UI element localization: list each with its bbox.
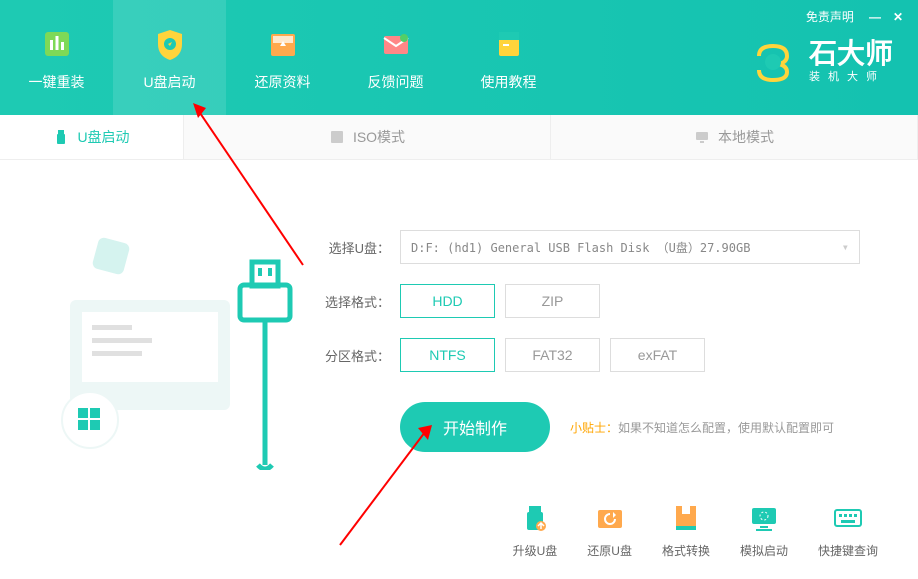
select-usb-label: 选择U盘：: [320, 238, 390, 257]
nav-label: 一键重装: [29, 72, 85, 92]
partition-label: 分区格式：: [320, 346, 390, 365]
logo-subtitle: 装机大师: [809, 68, 893, 84]
option-fat32[interactable]: FAT32: [505, 338, 600, 372]
nav-restore[interactable]: 还原资料: [226, 0, 339, 115]
header-right: 免责声明 — ✕: [806, 8, 903, 25]
chevron-down-icon: ▾: [842, 240, 849, 254]
shield-icon: [150, 24, 190, 64]
logo-title: 石大师: [809, 40, 893, 68]
tool-simulate[interactable]: 模拟启动: [740, 500, 788, 559]
tool-shortcut[interactable]: 快捷键查询: [818, 500, 878, 559]
chart-icon: [37, 24, 77, 64]
tab-label: ISO模式: [353, 127, 405, 147]
option-ntfs[interactable]: NTFS: [400, 338, 495, 372]
header: 一键重装 U盘启动 还原资料 反馈问题 使用教程 免责声明 — ✕: [0, 0, 918, 115]
tool-convert[interactable]: 格式转换: [662, 500, 710, 559]
nav-tutorial[interactable]: 使用教程: [452, 0, 565, 115]
tip-prefix: 小贴士：: [570, 421, 618, 435]
tool-restore-usb[interactable]: 还原U盘: [587, 500, 632, 559]
tool-label: 快捷键查询: [818, 542, 878, 559]
logo-text: 石大师 装机大师: [809, 40, 893, 84]
tabs: U盘启动 ISO模式 本地模式: [0, 115, 918, 160]
tip-text: 小贴士：如果不知道怎么配置，使用默认配置即可: [570, 419, 834, 436]
logo-icon: [749, 38, 797, 86]
logo: 石大师 装机大师: [749, 38, 893, 86]
format-options: HDD ZIP: [400, 284, 600, 318]
nav-feedback[interactable]: 反馈问题: [339, 0, 452, 115]
tool-upgrade-usb[interactable]: 升级U盘: [513, 500, 558, 559]
usb-icon: [53, 129, 69, 145]
nav-label: 使用教程: [481, 72, 537, 92]
book-icon: [489, 24, 529, 64]
nav-label: 还原资料: [255, 72, 311, 92]
option-hdd[interactable]: HDD: [400, 284, 495, 318]
usb-restore-icon: [592, 500, 628, 536]
nav-label: U盘启动: [143, 72, 195, 92]
usb-upgrade-icon: [517, 500, 553, 536]
tip-body: 如果不知道怎么配置，使用默认配置即可: [618, 421, 834, 435]
tool-label: 模拟启动: [740, 542, 788, 559]
partition-options: NTFS FAT32 exFAT: [400, 338, 705, 372]
keyboard-icon: [830, 500, 866, 536]
nav-reinstall[interactable]: 一键重装: [0, 0, 113, 115]
restore-icon: [263, 24, 303, 64]
content: 选择U盘： D:F: (hd1) General USB Flash Disk …: [0, 160, 918, 530]
option-exfat[interactable]: exFAT: [610, 338, 705, 372]
convert-icon: [668, 500, 704, 536]
format-label: 选择格式：: [320, 292, 390, 311]
tab-usb-boot[interactable]: U盘启动: [0, 115, 184, 159]
close-icon[interactable]: ✕: [893, 10, 903, 24]
row-select-usb: 选择U盘： D:F: (hd1) General USB Flash Disk …: [320, 230, 918, 264]
tab-local[interactable]: 本地模式: [551, 115, 918, 159]
tool-label: 格式转换: [662, 542, 710, 559]
usb-illustration: [40, 190, 300, 470]
tab-label: U盘启动: [77, 127, 129, 147]
tool-label: 升级U盘: [513, 542, 558, 559]
nav-label: 反馈问题: [368, 72, 424, 92]
bottom-tools: 升级U盘 还原U盘 格式转换 模拟启动 快捷键查询: [0, 500, 918, 559]
form-area: 选择U盘： D:F: (hd1) General USB Flash Disk …: [320, 190, 918, 452]
row-format: 选择格式： HDD ZIP: [320, 284, 918, 318]
option-zip[interactable]: ZIP: [505, 284, 600, 318]
action-row: 开始制作 小贴士：如果不知道怎么配置，使用默认配置即可: [400, 402, 918, 452]
usb-value: D:F: (hd1) General USB Flash Disk （U盘）27…: [411, 239, 750, 256]
monitor-icon: [694, 129, 710, 145]
mail-icon: [376, 24, 416, 64]
usb-dropdown[interactable]: D:F: (hd1) General USB Flash Disk （U盘）27…: [400, 230, 860, 264]
window-controls: — ✕: [869, 10, 903, 24]
tab-iso[interactable]: ISO模式: [184, 115, 551, 159]
tab-label: 本地模式: [718, 127, 774, 147]
disclaimer-link[interactable]: 免责声明: [806, 8, 854, 25]
tool-label: 还原U盘: [587, 542, 632, 559]
row-partition: 分区格式： NTFS FAT32 exFAT: [320, 338, 918, 372]
start-button[interactable]: 开始制作: [400, 402, 550, 452]
minimize-icon[interactable]: —: [869, 10, 881, 24]
simulate-icon: [746, 500, 782, 536]
nav-usb-boot[interactable]: U盘启动: [113, 0, 226, 115]
iso-icon: [329, 129, 345, 145]
